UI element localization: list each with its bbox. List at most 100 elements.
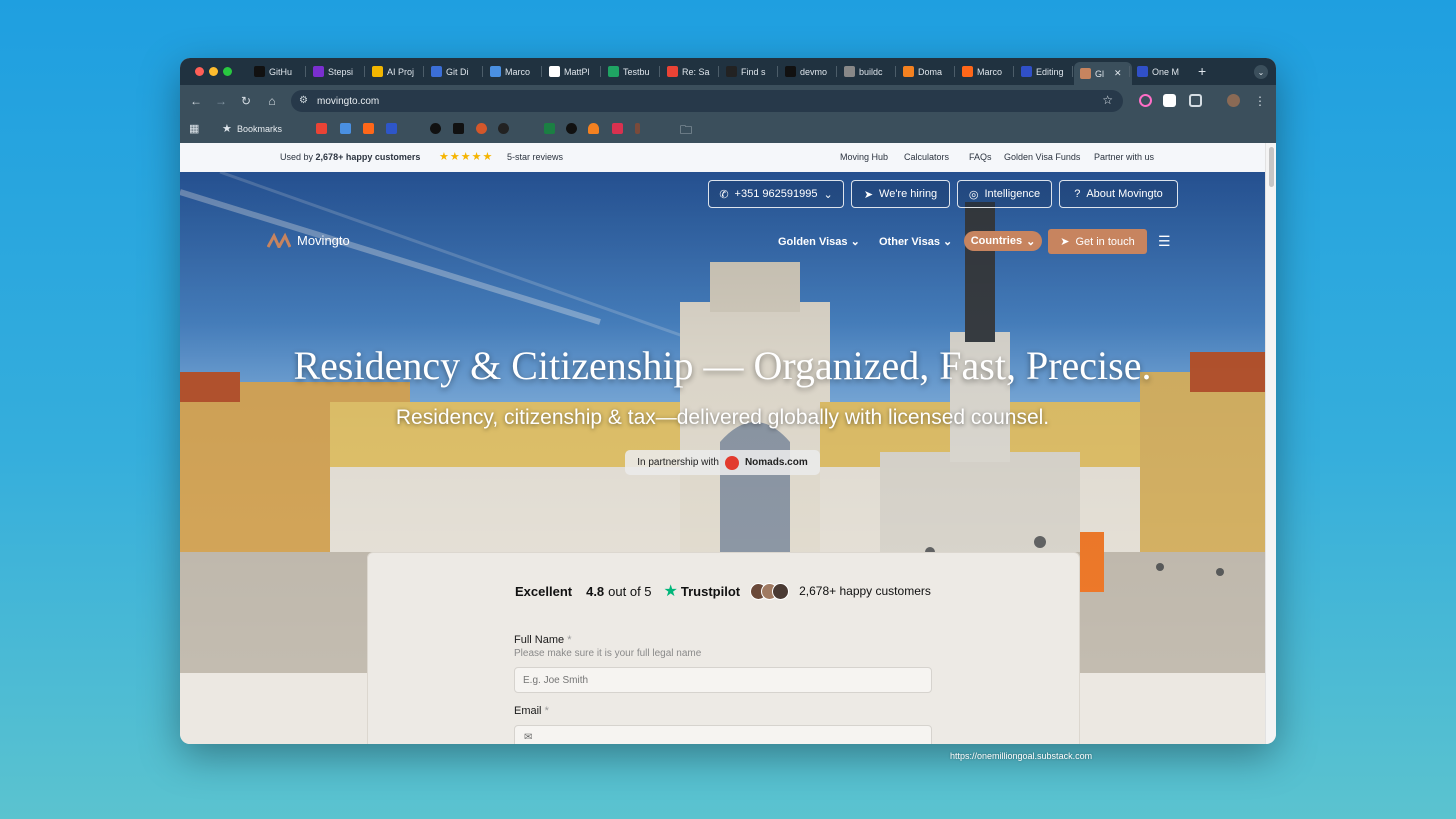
apps-grid-icon[interactable]: ▦ xyxy=(189,122,199,135)
tab-search-icon[interactable]: ⌄ xyxy=(1254,65,1268,79)
notion-extension-icon[interactable] xyxy=(1163,94,1176,107)
bookmark-star-icon[interactable]: ☆ xyxy=(1102,93,1113,107)
nav-golden-visas[interactable]: Golden Visas ⌄ xyxy=(778,235,860,248)
forward-icon[interactable]: → xyxy=(213,93,229,109)
hero-subtitle: Residency, citizenship & tax—delivered g… xyxy=(395,406,1050,429)
send-icon: ➤ xyxy=(1060,236,1070,248)
toplink-partner[interactable]: Partner with us xyxy=(1094,152,1154,162)
partner-name: Nomads.com xyxy=(744,457,808,468)
full-name-input[interactable] xyxy=(514,667,932,693)
partnership-badge[interactable]: In partnership with Nomads.com xyxy=(625,450,820,475)
email-label-text: Email xyxy=(514,705,542,717)
bc-bookmark-icon[interactable] xyxy=(612,123,623,134)
doc-bookmark-icon[interactable] xyxy=(340,123,351,134)
close-tab-icon[interactable]: ✕ xyxy=(1114,68,1122,79)
browser-tab[interactable]: Editing xyxy=(1015,62,1075,81)
logo-text: Movingto xyxy=(297,232,350,248)
tab-title: One M xyxy=(1152,66,1180,77)
nomads-logo-icon xyxy=(724,455,739,470)
site-settings-icon[interactable]: ⚙ xyxy=(299,95,308,106)
gmail-bookmark-icon[interactable] xyxy=(316,123,327,134)
browser-tab[interactable]: Git Di xyxy=(425,62,485,81)
github-bookmark-icon[interactable] xyxy=(430,123,441,134)
toplink-moving-hub[interactable]: Moving Hub xyxy=(840,152,888,162)
extensions-puzzle-icon[interactable] xyxy=(1189,94,1202,107)
cloudflare-icon xyxy=(903,66,914,77)
back-icon[interactable]: ← xyxy=(188,93,204,109)
substack-bookmark-icon[interactable] xyxy=(363,123,374,134)
cloudflare-bookmark-icon[interactable] xyxy=(588,123,599,134)
nav-other-visas[interactable]: Other Visas ⌄ xyxy=(879,235,952,248)
page-scrollbar[interactable] xyxy=(1265,143,1276,744)
dark-bookmark-icon[interactable] xyxy=(453,123,464,134)
browser-tab[interactable]: Marco xyxy=(956,62,1016,81)
browser-tab[interactable]: Gl ✕ xyxy=(1074,62,1132,85)
browser-window: GitHu Stepsi AI Proj Git Di Marco MattPl Testb… xyxy=(180,58,1276,744)
minimize-window-icon[interactable] xyxy=(209,67,218,76)
small-bookmark-icon[interactable] xyxy=(635,123,640,134)
extension-icon-1[interactable] xyxy=(1139,94,1152,107)
scrollbar-thumb[interactable] xyxy=(1269,147,1274,187)
site-logo[interactable]: Movingto xyxy=(267,232,350,248)
hamburger-menu-icon[interactable]: ☰ xyxy=(1158,233,1171,250)
phone-button[interactable]: ✆ +351 962591995 ⌄ xyxy=(708,180,844,208)
browser-menu-icon[interactable]: ⋮ xyxy=(1252,93,1268,109)
about-label: About Movingto xyxy=(1086,188,1163,200)
tab-title: Testbu xyxy=(623,66,650,77)
bookmarks-label[interactable]: Bookmarks xyxy=(237,124,282,134)
nav-countries[interactable]: Countries ⌄ xyxy=(964,231,1042,251)
triangle-bookmark-icon[interactable] xyxy=(566,123,577,134)
hiring-button[interactable]: ➤ We're hiring xyxy=(851,180,950,208)
green-bookmark-icon[interactable] xyxy=(544,123,555,134)
intelligence-button[interactable]: ◎ Intelligence xyxy=(957,180,1052,208)
used-by-prefix: Used by xyxy=(280,152,314,162)
toplink-faqs[interactable]: FAQs xyxy=(969,152,992,162)
reload-icon[interactable]: ↻ xyxy=(238,93,254,109)
full-name-label-text: Full Name xyxy=(514,634,565,646)
tab-title: MattPl xyxy=(564,66,590,77)
browser-tab[interactable]: One M xyxy=(1131,62,1191,81)
blue-bookmark-icon[interactable] xyxy=(386,123,397,134)
rating-word: Excellent xyxy=(515,583,573,599)
send-icon: ➤ xyxy=(863,188,874,201)
new-tab-icon[interactable]: + xyxy=(1198,63,1206,79)
about-button[interactable]: ? About Movingto xyxy=(1059,180,1178,208)
profile-avatar[interactable] xyxy=(1227,94,1240,107)
tab-title: AI Proj xyxy=(387,66,415,77)
browser-tab[interactable]: GitHu xyxy=(248,62,308,81)
trustpilot-star-icon: ★ xyxy=(663,583,678,600)
browser-tab[interactable]: Doma xyxy=(897,62,957,81)
circle-bookmark-icon[interactable] xyxy=(498,123,509,134)
customer-avatars xyxy=(750,582,790,600)
email-field[interactable]: ✉ xyxy=(514,725,932,744)
close-window-icon[interactable] xyxy=(195,67,204,76)
browser-tab[interactable]: Re: Sa xyxy=(661,62,721,81)
browser-tab[interactable]: AI Proj xyxy=(366,62,426,81)
circle-icon xyxy=(726,66,737,77)
toplink-golden-visa-funds[interactable]: Golden Visa Funds xyxy=(1004,152,1080,162)
get-in-touch-button[interactable]: ➤ Get in touch xyxy=(1048,229,1147,254)
tab-separator xyxy=(364,66,365,77)
tab-title: Gl xyxy=(1095,68,1104,79)
toplink-calculators[interactable]: Calculators xyxy=(904,152,949,162)
address-bar[interactable]: ⚙ movingto.com ☆ xyxy=(291,90,1123,112)
asterisk-bookmark-icon[interactable] xyxy=(476,123,487,134)
browser-tab[interactable]: MattPl xyxy=(543,62,603,81)
folder-icon[interactable]: 🗀 xyxy=(680,121,692,142)
used-by-text: Used by 2,678+ happy customers xyxy=(280,152,420,162)
browser-tab[interactable]: Stepsi xyxy=(307,62,367,81)
browser-tab[interactable]: Find s xyxy=(720,62,780,81)
reviews-text: 5-star reviews xyxy=(507,152,564,162)
tab-separator xyxy=(1013,66,1014,77)
url-text: movingto.com xyxy=(317,95,380,107)
browser-tab[interactable]: buildc xyxy=(838,62,898,81)
web-page: Used by 2,678+ happy customers ★★★★★ 5-s… xyxy=(180,143,1265,744)
maximize-window-icon[interactable] xyxy=(223,67,232,76)
browser-tab[interactable]: Marco xyxy=(484,62,544,81)
browser-tab[interactable]: devmo xyxy=(779,62,839,81)
browser-tab[interactable]: Testbu xyxy=(602,62,662,81)
bolt-icon xyxy=(785,66,796,77)
hiring-label: We're hiring xyxy=(879,188,938,200)
used-by-count: 2,678+ happy customers xyxy=(315,152,421,162)
home-icon[interactable]: ⌂ xyxy=(264,93,280,109)
